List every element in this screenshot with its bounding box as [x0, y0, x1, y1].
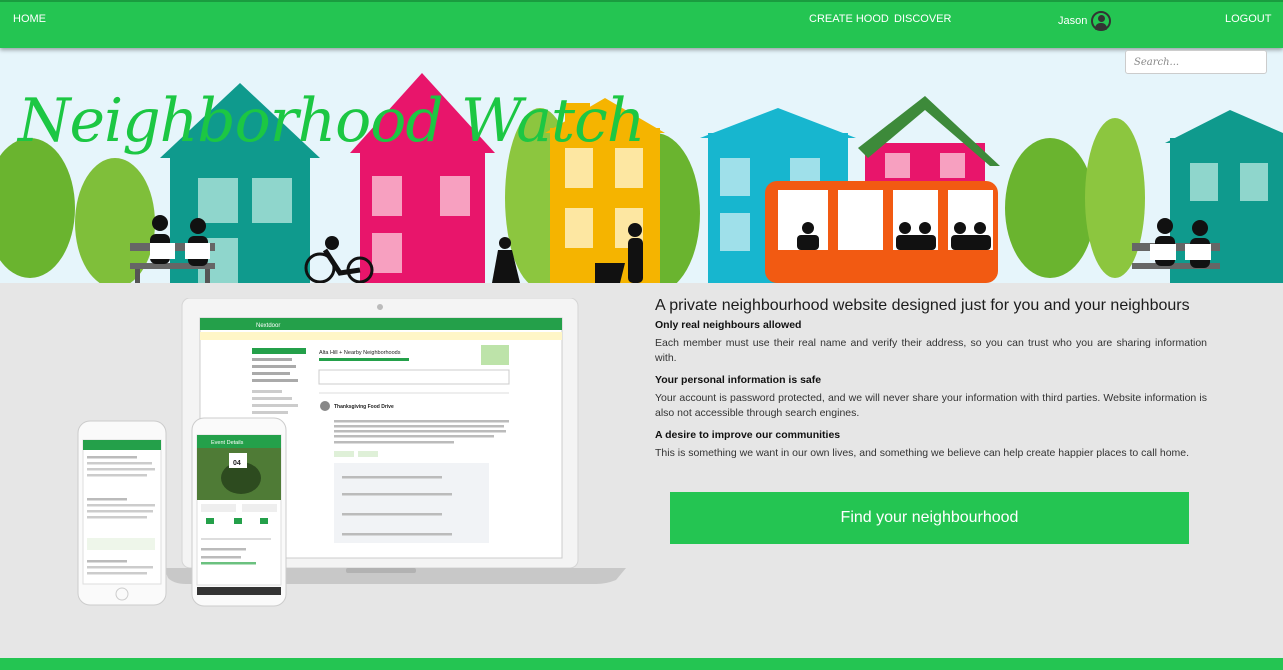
neighborhood-illustration	[0, 48, 1283, 283]
features-headline: A private neighbourhood website designed…	[655, 297, 1190, 314]
main-section: Nextdoor Alta Hill + Nearby Neighborhood…	[0, 283, 1283, 658]
nav-create-hood-link[interactable]: CREATE HOOD	[809, 13, 889, 25]
user-menu[interactable]: Jason	[1058, 11, 1112, 31]
mockup-app-name: Nextdoor	[256, 323, 280, 329]
nav-discover-link[interactable]: DISCOVER	[894, 13, 951, 25]
mockup-event-day: 04	[233, 460, 241, 467]
mockup-feed-title: Alta Hill + Nearby Neighborhoods	[319, 350, 401, 356]
device-mockups-image: Nextdoor Alta Hill + Nearby Neighborhood…	[77, 298, 626, 607]
search-input[interactable]	[1125, 50, 1267, 74]
hero-banner: Neighborhood Watch	[0, 48, 1283, 283]
hero-title: Neighborhood Watch	[18, 86, 645, 156]
mockup-event-label: Event Details	[211, 440, 244, 446]
feature-text-improve-communities: This is something we want in our own liv…	[655, 447, 1190, 459]
top-navbar: HOME CREATE HOOD DISCOVER Jason LOGOUT	[0, 0, 1283, 48]
feature-title-info-safe: Your personal information is safe	[655, 374, 822, 386]
user-avatar-icon	[1091, 11, 1112, 31]
nav-logout-link[interactable]: LOGOUT	[1225, 13, 1271, 25]
nav-home-link[interactable]: HOME	[13, 13, 46, 25]
feature-text-real-neighbours: Each member must use their real name and…	[655, 337, 1207, 364]
feature-title-improve-communities: A desire to improve our communities	[655, 429, 841, 441]
mockup-post-title: Thanksgiving Food Drive	[334, 404, 394, 410]
find-neighbourhood-button[interactable]: Find your neighbourhood	[670, 492, 1189, 544]
feature-text-info-safe: Your account is password protected, and …	[655, 392, 1207, 419]
feature-title-real-neighbours: Only real neighbours allowed	[655, 319, 802, 331]
footer-bar	[0, 658, 1283, 670]
user-name: Jason	[1058, 15, 1088, 27]
features-section: A private neighbourhood website designed…	[655, 297, 1207, 461]
